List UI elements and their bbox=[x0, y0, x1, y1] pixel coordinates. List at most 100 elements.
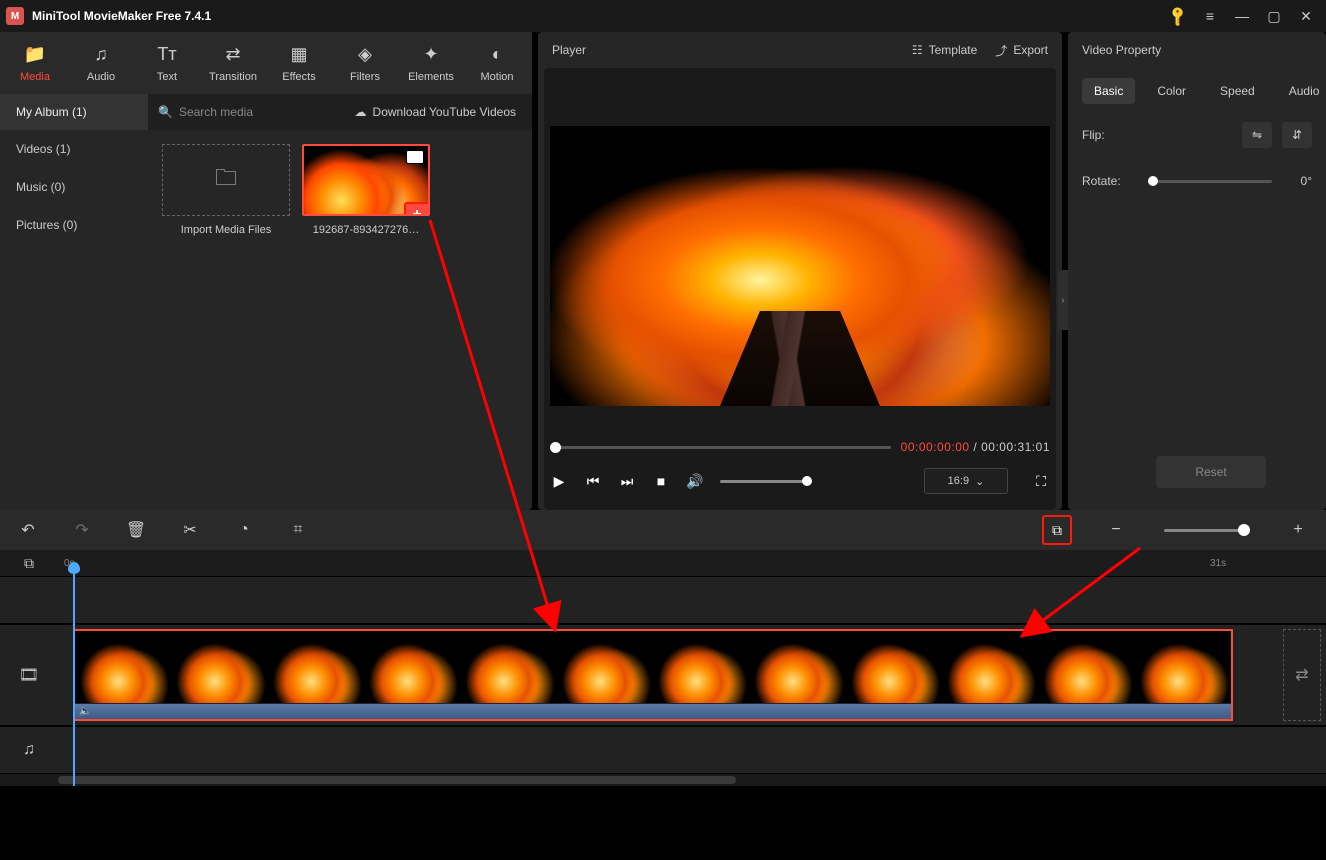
transition-drop-slot[interactable]: ⇄ bbox=[1283, 629, 1321, 721]
flip-vertical-button[interactable]: ⇵ bbox=[1282, 122, 1312, 148]
rotate-label: Rotate: bbox=[1082, 174, 1138, 188]
tab-elements-label: Elements bbox=[408, 71, 454, 83]
tab-motion-label: Motion bbox=[480, 71, 513, 83]
tab-transition[interactable]: ⇄Transition bbox=[200, 32, 266, 94]
undo-button[interactable]: ↶ bbox=[18, 520, 38, 540]
timeline-toolbar: ↶ ↷ 🗑 ✂ ◔ ⌗ ⧉ − + bbox=[0, 510, 1326, 550]
timeline-ruler[interactable]: ⧉ 0s 31s bbox=[0, 550, 1326, 576]
search-placeholder: Search media bbox=[179, 105, 253, 119]
chevron-down-icon: ⌄ bbox=[975, 475, 984, 488]
tab-media[interactable]: 📁 Media bbox=[2, 32, 68, 94]
video-track[interactable]: 🎞 🔈 ⇄ bbox=[0, 624, 1326, 726]
tab-filters-label: Filters bbox=[350, 71, 380, 83]
prop-tab-basic[interactable]: Basic bbox=[1082, 78, 1135, 104]
prev-frame-button[interactable]: ⏮ bbox=[584, 472, 602, 490]
fit-timeline-button[interactable]: ⧉ bbox=[1042, 515, 1072, 545]
window-maximize-icon[interactable]: ▢ bbox=[1266, 8, 1282, 24]
reset-button[interactable]: Reset bbox=[1156, 456, 1266, 488]
add-track-button[interactable]: ⧉ bbox=[0, 555, 58, 572]
main-tabs: 📁 Media ♫ Audio TᴛText ⇄Transition ▦Effect… bbox=[0, 32, 532, 94]
audio-track[interactable]: ♫ bbox=[0, 726, 1326, 774]
delete-button[interactable]: 🗑 bbox=[126, 520, 146, 540]
fullscreen-button[interactable]: ⛶ bbox=[1032, 472, 1050, 490]
timeline-video-clip[interactable]: 🔈 bbox=[73, 629, 1233, 721]
tab-effects[interactable]: ▦Effects bbox=[266, 32, 332, 94]
tab-text-label: Text bbox=[157, 71, 177, 83]
music-note-icon: ♫ bbox=[94, 44, 108, 65]
split-button[interactable]: ✂ bbox=[180, 520, 200, 540]
tab-motion[interactable]: ◐ Motion bbox=[464, 32, 530, 94]
window-minimize-icon[interactable]: — bbox=[1234, 8, 1250, 24]
clip-thumbnails bbox=[75, 631, 1231, 703]
cloud-download-icon: ☁ bbox=[355, 105, 367, 119]
sidebar-item-music[interactable]: Music (0) bbox=[0, 168, 148, 206]
tab-elements[interactable]: ✦Elements bbox=[398, 32, 464, 94]
prop-tab-color[interactable]: Color bbox=[1145, 78, 1198, 104]
timecode: 00:00:00:00 / 00:00:31:01 bbox=[901, 440, 1050, 454]
volume-icon[interactable]: 🔊 bbox=[686, 472, 704, 490]
motion-icon: ◐ bbox=[492, 44, 503, 65]
search-input[interactable]: 🔍 Search media bbox=[148, 105, 339, 119]
tab-transition-label: Transition bbox=[209, 71, 257, 83]
add-to-timeline-button[interactable]: + bbox=[404, 202, 430, 216]
volume-slider[interactable] bbox=[720, 480, 812, 483]
import-media-tile[interactable]: 🗀 Import Media Files bbox=[162, 144, 290, 236]
template-label: Template bbox=[929, 43, 978, 57]
speaker-icon: 🔈 bbox=[79, 706, 91, 717]
seek-thumb[interactable] bbox=[550, 442, 561, 453]
media-clip-thumb[interactable]: + bbox=[302, 144, 430, 216]
tab-media-label: Media bbox=[20, 71, 50, 83]
video-track-icon: 🎞 bbox=[0, 665, 58, 685]
aspect-ratio-value: 16:9 bbox=[948, 475, 969, 487]
timeline-scrollbar[interactable] bbox=[0, 774, 1326, 786]
media-grid: 🗀 Import Media Files + 192687-893427276… bbox=[148, 130, 532, 510]
tab-text[interactable]: TᴛText bbox=[134, 32, 200, 94]
flip-horizontal-button[interactable]: ⇋ bbox=[1242, 122, 1272, 148]
prop-tab-audio[interactable]: Audio bbox=[1277, 78, 1326, 104]
sidebar-item-videos[interactable]: Videos (1) bbox=[0, 130, 148, 168]
panel-collapse-button[interactable]: › bbox=[1058, 270, 1068, 330]
sidebar-item-pictures[interactable]: Pictures (0) bbox=[0, 206, 148, 244]
time-sep: / bbox=[970, 440, 982, 454]
download-youtube-button[interactable]: ☁ Download YouTube Videos bbox=[339, 105, 532, 119]
import-media-box[interactable]: 🗀 bbox=[162, 144, 290, 216]
rotate-thumb[interactable] bbox=[1148, 176, 1158, 186]
tab-audio-label: Audio bbox=[87, 71, 115, 83]
media-clip-tile[interactable]: + 192687-893427276… bbox=[302, 144, 430, 236]
zoom-out-button[interactable]: − bbox=[1106, 520, 1126, 540]
speed-button[interactable]: ◔ bbox=[234, 520, 254, 540]
menu-icon[interactable]: ≡ bbox=[1202, 8, 1218, 24]
window-close-icon[interactable]: ✕ bbox=[1298, 8, 1314, 24]
zoom-slider[interactable] bbox=[1164, 529, 1250, 532]
seek-slider[interactable] bbox=[550, 446, 891, 449]
tab-audio[interactable]: ♫ Audio bbox=[68, 32, 134, 94]
zoom-in-button[interactable]: + bbox=[1288, 520, 1308, 540]
property-panel: › Video Property Basic Color Speed Audio… bbox=[1068, 32, 1326, 510]
tab-filters[interactable]: ◈ Filters bbox=[332, 32, 398, 94]
next-frame-button[interactable]: ⏭ bbox=[618, 472, 636, 490]
play-button[interactable]: ▶ bbox=[550, 472, 568, 490]
redo-button[interactable]: ↷ bbox=[72, 520, 92, 540]
app-logo-icon: M bbox=[6, 7, 24, 25]
template-button[interactable]: ☷ Template bbox=[912, 43, 977, 57]
prop-tab-speed[interactable]: Speed bbox=[1208, 78, 1267, 104]
rotate-value: 0° bbox=[1282, 174, 1312, 188]
volume-thumb[interactable] bbox=[802, 476, 812, 486]
player-preview[interactable] bbox=[550, 126, 1050, 406]
filters-icon: ◈ bbox=[358, 44, 372, 65]
album-header[interactable]: My Album (1) bbox=[0, 94, 148, 130]
stop-button[interactable]: ■ bbox=[652, 472, 670, 490]
property-title: Video Property bbox=[1068, 32, 1326, 68]
crop-button[interactable]: ⌗ bbox=[288, 520, 308, 540]
scrollbar-thumb[interactable] bbox=[58, 776, 736, 784]
media-panel: 📁 Media ♫ Audio TᴛText ⇄Transition ▦Effect… bbox=[0, 32, 532, 510]
app-title: MiniTool MovieMaker Free 7.4.1 bbox=[32, 9, 1170, 23]
aspect-ratio-select[interactable]: 16:9 ⌄ bbox=[924, 468, 1008, 494]
export-button[interactable]: ⤴Export bbox=[995, 42, 1048, 59]
overlay-track[interactable] bbox=[0, 576, 1326, 624]
zoom-thumb[interactable] bbox=[1238, 524, 1250, 536]
rotate-slider[interactable] bbox=[1148, 180, 1272, 183]
template-icon: ☷ bbox=[912, 43, 923, 57]
folder-icon: 📁 bbox=[24, 44, 46, 65]
license-key-icon[interactable]: 🔑 bbox=[1167, 5, 1190, 28]
